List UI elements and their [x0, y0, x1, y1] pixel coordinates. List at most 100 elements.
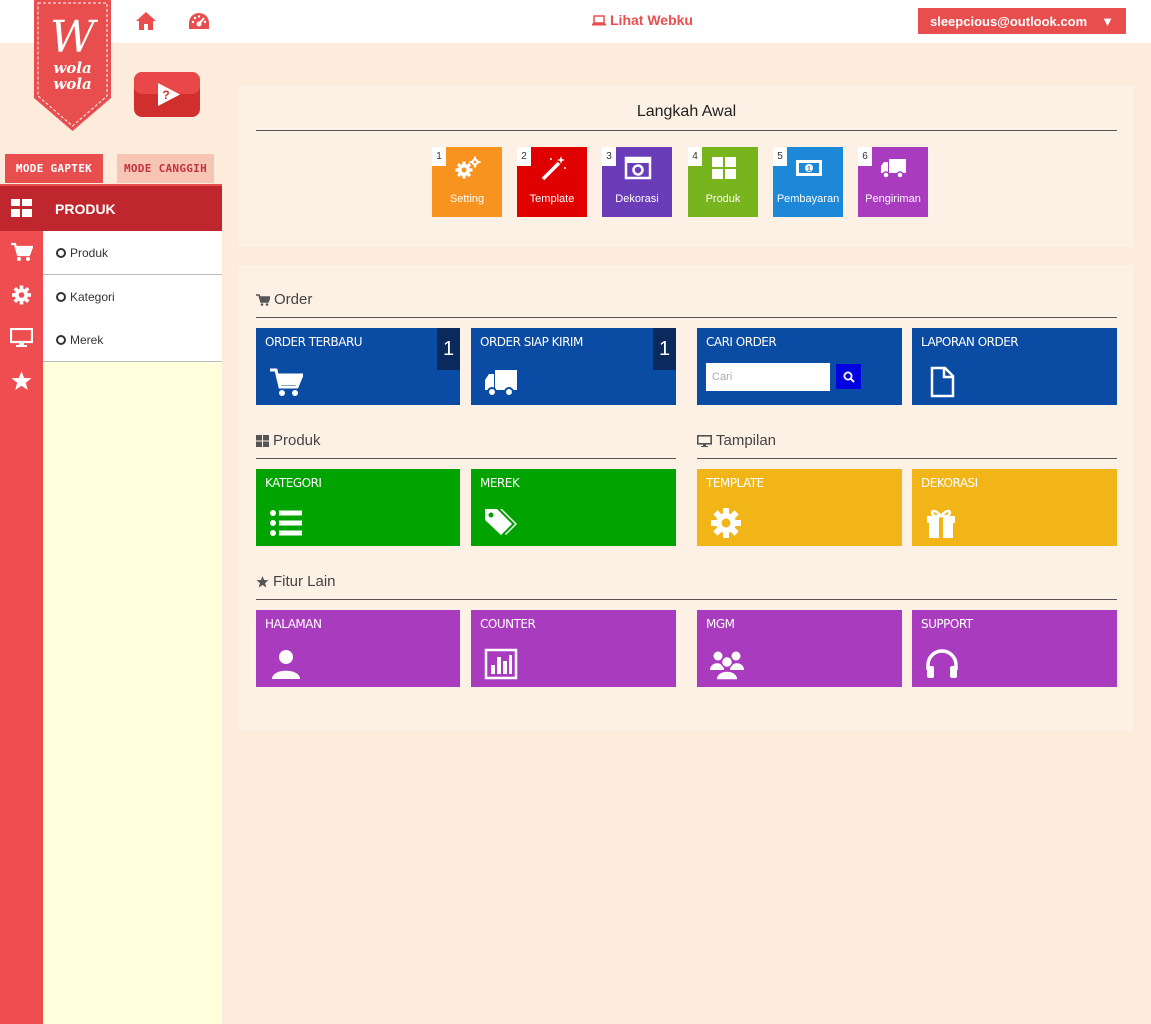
money-icon: 1 — [796, 160, 822, 176]
list-icon — [270, 510, 302, 536]
tile-label: ORDER TERBARU — [265, 335, 363, 349]
step-number: 6 — [858, 147, 872, 166]
star-icon[interactable] — [10, 371, 33, 391]
bar-chart-icon — [484, 648, 518, 680]
lihat-webku-label: Lihat Webku — [610, 12, 693, 28]
users-icon — [710, 651, 744, 680]
circle-icon — [56, 334, 66, 345]
divider — [256, 458, 676, 459]
sidebar-item-merek[interactable]: Merek — [43, 318, 222, 362]
tile-label: LAPORAN ORDER — [921, 335, 1019, 349]
video-tutorial-button[interactable]: ? — [134, 72, 200, 117]
produk-section-label: Produk — [273, 432, 321, 449]
step-produk[interactable]: 4 Produk — [688, 147, 758, 217]
sidebar-icon-strip — [0, 184, 43, 1024]
step-setting[interactable]: 1 Setting — [432, 147, 502, 217]
tile-label: CARI ORDER — [706, 335, 777, 349]
sidebar-item-label: Kategori — [70, 289, 115, 304]
magic-wand-icon — [541, 156, 566, 181]
chevron-down-icon: ▼ — [1101, 13, 1115, 29]
svg-text:wola: wola — [53, 75, 91, 93]
step-template[interactable]: 2 Template — [517, 147, 587, 217]
order-terbaru-tile[interactable]: ORDER TERBARU 1 — [256, 328, 460, 405]
grid-icon — [712, 157, 736, 179]
langkah-awal-title: Langkah Awal — [636, 103, 737, 120]
tile-label: TEMPLATE — [706, 476, 764, 490]
order-siap-kirim-tile[interactable]: ORDER SIAP KIRIM 1 — [471, 328, 676, 405]
tile-label: HALAMAN — [265, 617, 322, 631]
wolawola-logo[interactable]: W wola wola — [34, 0, 111, 131]
divider — [256, 599, 1117, 600]
step-pengiriman[interactable]: 6 Pengiriman — [858, 147, 928, 217]
tile-label: DEKORASI — [921, 476, 978, 490]
tile-label: MGM — [706, 617, 735, 631]
grid-icon[interactable] — [10, 198, 33, 218]
tile-label: MEREK — [480, 476, 520, 490]
laporan-order-tile[interactable]: LAPORAN ORDER — [912, 328, 1117, 405]
gear-icon[interactable] — [10, 285, 33, 305]
divider — [256, 317, 1117, 318]
cart-icon — [270, 368, 303, 396]
dashboard-icon[interactable] — [187, 11, 211, 31]
laptop-icon — [592, 14, 606, 25]
tile-label: KATEGORI — [265, 476, 322, 490]
tile-label: SUPPORT — [921, 617, 973, 631]
star-icon — [256, 575, 269, 587]
cart-icon[interactable] — [10, 242, 33, 262]
sidebar-item-label: Produk — [70, 245, 109, 260]
gear-icon — [711, 508, 741, 538]
monitor-icon[interactable] — [10, 328, 33, 348]
counter-tile[interactable]: COUNTER — [471, 610, 676, 687]
order-count-badge: 1 — [437, 328, 460, 370]
step-number: 5 — [773, 147, 787, 166]
mode-gaptek-button[interactable]: MODE GAPTEK — [5, 154, 103, 183]
step-label: Template — [529, 193, 575, 205]
tampilan-section-title: Tampilan — [697, 432, 776, 449]
order-section-title: Order — [256, 291, 312, 308]
step-number: 4 — [688, 147, 702, 166]
merek-tile[interactable]: MEREK — [471, 469, 676, 546]
document-icon — [930, 366, 955, 398]
mode-canggih-button[interactable]: MODE CANGGIH — [117, 154, 214, 183]
step-label: Produk — [705, 193, 741, 205]
grid-icon — [256, 434, 269, 447]
account-dropdown[interactable]: sleepcious@outlook.com ▼ — [918, 8, 1126, 34]
search-icon — [843, 371, 855, 383]
truck-icon — [881, 159, 906, 179]
monitor-icon — [697, 434, 712, 447]
svg-text:W: W — [50, 12, 99, 63]
support-tile[interactable]: SUPPORT — [912, 610, 1117, 687]
step-dekorasi[interactable]: 3 Dekorasi — [602, 147, 672, 217]
gears-icon — [455, 156, 481, 179]
order-section-label: Order — [274, 291, 313, 308]
fitur-lain-section-title: Fitur Lain — [256, 573, 336, 590]
template-tile[interactable]: TEMPLATE — [697, 469, 902, 546]
sidebar-item-kategori[interactable]: Kategori — [43, 275, 222, 319]
step-pembayaran[interactable]: 5 1 Pembayaran — [773, 147, 843, 217]
dekorasi-tile[interactable]: DEKORASI — [912, 469, 1117, 546]
kategori-tile[interactable]: KATEGORI — [256, 469, 460, 546]
account-email: sleepcious@outlook.com — [929, 13, 1088, 29]
tags-icon — [485, 509, 517, 535]
order-count-badge: 1 — [653, 328, 676, 370]
camera-icon — [624, 156, 652, 180]
divider — [697, 458, 1117, 459]
tile-label: COUNTER — [480, 617, 536, 631]
halaman-tile[interactable]: HALAMAN — [256, 610, 460, 687]
lihat-webku-link[interactable]: Lihat Webku — [592, 12, 693, 28]
produk-section-title: Produk — [256, 432, 321, 449]
step-number: 1 — [432, 147, 446, 166]
search-button[interactable] — [836, 364, 861, 389]
cari-order-input[interactable] — [706, 363, 830, 391]
user-icon — [272, 650, 300, 679]
sidebar-item-produk[interactable]: Produk — [43, 231, 222, 275]
mgm-tile[interactable]: MGM — [697, 610, 902, 687]
step-number: 3 — [602, 147, 616, 166]
step-label: Pembayaran — [776, 193, 840, 205]
step-number: 2 — [517, 147, 531, 166]
step-label: Setting — [449, 193, 485, 205]
svg-text:1: 1 — [807, 166, 811, 173]
home-icon[interactable] — [135, 11, 157, 31]
fitur-lain-section-label: Fitur Lain — [273, 573, 336, 590]
sidebar-active-menu[interactable]: PRODUK — [43, 186, 222, 231]
